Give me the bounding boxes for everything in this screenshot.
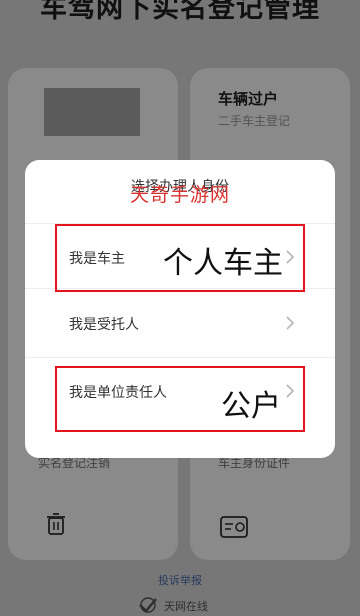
annotation-personal-owner: 个人车主 [163, 246, 283, 281]
option-label: 我是受托人 [69, 317, 139, 333]
chevron-right-icon [286, 316, 295, 330]
annotation-corporate: 公户 [221, 389, 281, 424]
dialog-title: 选择办理人身份 [131, 179, 229, 195]
identity-dialog: 选择办理人身份 天奇手游网 我是车主 我是受托人 我是单位责任人 个人车主 公户 [25, 160, 335, 458]
option-agent[interactable]: 我是受托人 [25, 290, 335, 356]
